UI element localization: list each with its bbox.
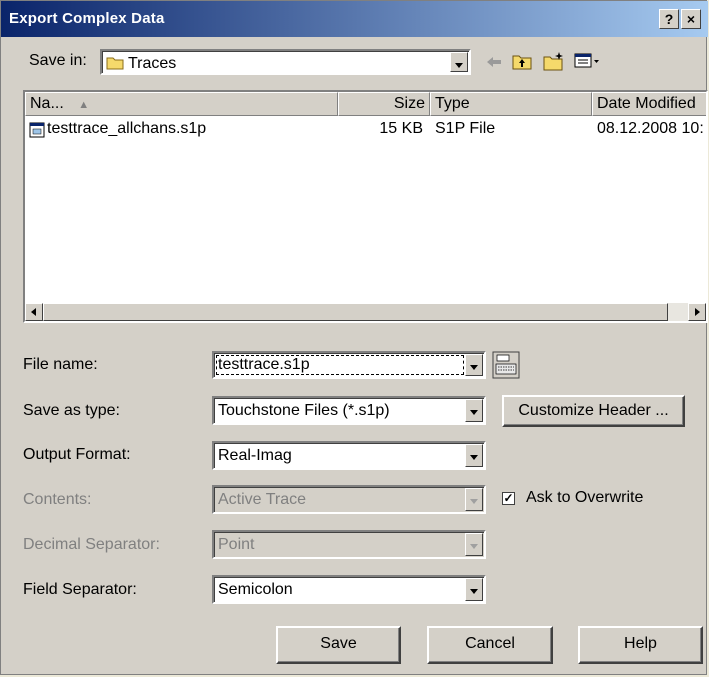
file-icon [29,122,45,143]
save-as-type-combo[interactable]: Touchstone Files (*.s1p) [212,396,486,425]
field-separator-label: Field Separator: [23,581,137,598]
file-list[interactable]: Na... ▲ Size Type Date Modified testtrac… [23,90,708,323]
scroll-left-button[interactable] [25,303,43,321]
field-separator-dropdown-button[interactable] [465,578,483,601]
decimal-separator-value: Point [218,536,255,553]
contents-label: Contents: [23,491,92,508]
output-format-dropdown-button[interactable] [465,444,483,467]
file-name-cell: testtrace_allchans.s1p [47,120,207,137]
file-type-cell: S1P File [435,120,496,137]
save-in-label: Save in: [29,52,87,69]
output-format-combo[interactable]: Real-Imag [212,441,486,470]
file-date-cell: 08.12.2008 10: [597,120,704,137]
up-folder-icon[interactable] [512,52,532,75]
header-name[interactable]: Na... ▲ [25,92,338,116]
output-format-value: Real-Imag [218,447,292,464]
field-separator-combo[interactable]: Semicolon [212,575,486,604]
title-bar: Export Complex Data ? × [1,1,708,37]
save-as-type-label: Save as type: [23,402,120,419]
save-as-type-dropdown-button[interactable] [465,399,483,422]
file-name-label: File name: [23,356,98,373]
file-size-cell: 15 KB [379,120,423,137]
horizontal-scrollbar[interactable] [25,303,706,321]
header-name-label: Na... [30,95,64,112]
contents-dropdown-button [465,488,483,511]
save-in-value: Traces [128,55,177,72]
header-size[interactable]: Size [338,92,430,116]
header-date[interactable]: Date Modified [592,92,706,116]
ask-overwrite-label[interactable]: Ask to Overwrite [526,489,643,507]
scroll-right-button[interactable] [688,303,706,321]
ask-overwrite-checkbox[interactable]: ✓ [502,492,515,505]
save-as-type-value: Touchstone Files (*.s1p) [218,402,390,419]
save-button[interactable]: Save [276,626,401,664]
help-title-button[interactable]: ? [659,9,679,29]
customize-header-button[interactable]: Customize Header ... [502,395,685,427]
folder-icon [106,55,124,75]
back-arrow-icon[interactable] [485,55,503,74]
decimal-separator-dropdown-button [465,533,483,556]
cancel-button[interactable]: Cancel [427,626,553,664]
scroll-thumb[interactable] [43,303,668,321]
close-button[interactable]: × [681,9,701,29]
file-name-input[interactable]: testtrace.s1p [218,356,310,374]
new-folder-icon[interactable] [543,51,565,76]
header-type[interactable]: Type [430,92,592,116]
field-separator-value: Semicolon [218,581,293,598]
save-in-dropdown-button[interactable] [450,52,468,72]
sort-up-icon: ▲ [78,99,90,111]
keyboard-icon[interactable] [492,351,520,384]
decimal-separator-combo: Point [212,530,486,559]
export-dialog: Export Complex Data ? × Save in: Traces … [0,0,708,675]
decimal-separator-label: Decimal Separator: [23,536,160,553]
contents-combo: Active Trace [212,485,486,514]
save-in-combo[interactable]: Traces [100,49,471,75]
help-button[interactable]: Help [578,626,703,664]
scroll-right-icon [695,308,700,316]
file-name-combo[interactable]: testtrace.s1p [212,351,486,379]
view-menu-icon[interactable] [574,53,600,74]
contents-value: Active Trace [218,491,307,508]
scroll-left-icon [31,308,36,316]
output-format-label: Output Format: [23,446,131,463]
window-title: Export Complex Data [9,10,165,27]
file-name-dropdown-button[interactable] [465,354,483,376]
